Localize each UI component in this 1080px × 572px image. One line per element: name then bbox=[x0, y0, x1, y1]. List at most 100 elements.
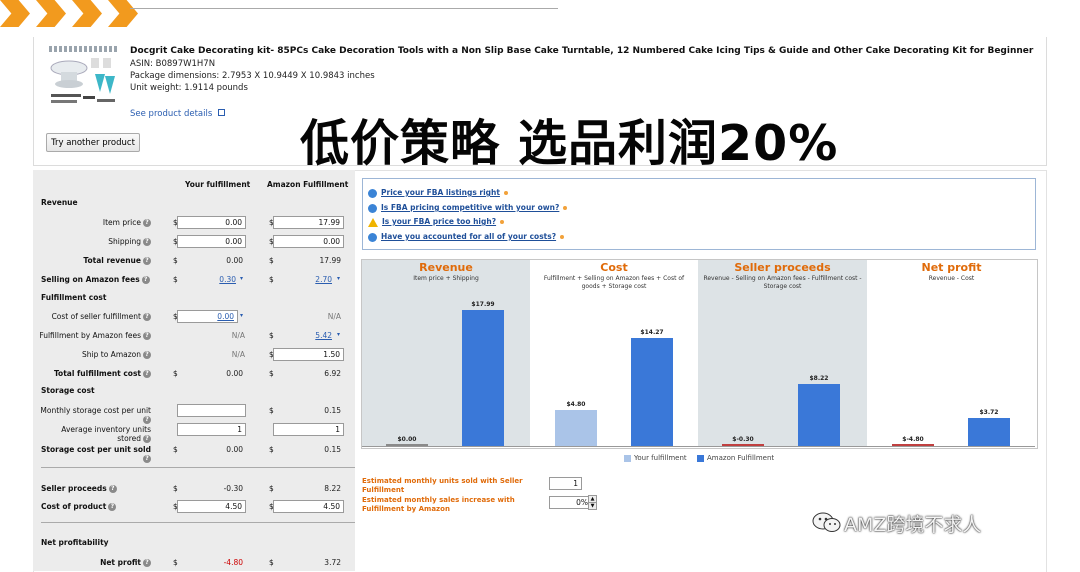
product-title: Docgrit Cake Decorating kit- 85PCs Cake … bbox=[130, 46, 1034, 56]
tip-link-4[interactable]: Have you accounted for all of your costs… bbox=[368, 232, 565, 242]
increase-label: Estimated monthly sales increase with Fu… bbox=[362, 496, 515, 513]
overlay-headline: 低价策略 选品利润20% bbox=[300, 115, 839, 172]
try-another-product-button[interactable]: Try another product bbox=[46, 133, 140, 152]
total-fulfillment-your: 0.00 bbox=[226, 369, 243, 378]
divider bbox=[41, 467, 355, 468]
legend-amazon: Amazon Fulfillment bbox=[697, 454, 774, 462]
avg-inventory-amazon-input[interactable]: 1 bbox=[273, 423, 344, 436]
chat-icon bbox=[368, 188, 377, 198]
section-net-profitability: Net profitability bbox=[41, 538, 109, 547]
help-icon: ? bbox=[143, 313, 151, 321]
chevron-down-icon[interactable]: ▾ bbox=[240, 312, 243, 319]
chevron-icon-2 bbox=[36, 0, 66, 27]
item-price-your-input[interactable]: 0.00 bbox=[177, 216, 246, 229]
increase-input[interactable]: 0% bbox=[549, 496, 592, 509]
seller-fulfillment-amazon: N/A bbox=[327, 312, 341, 321]
ship-to-amazon-label: Ship to Amazon? bbox=[39, 350, 151, 359]
help-icon: ? bbox=[143, 351, 151, 359]
chevron-icon-3 bbox=[72, 0, 102, 27]
chevron-down-icon[interactable]: ▾ bbox=[337, 275, 340, 282]
storage-per-unit-amazon: 0.15 bbox=[324, 445, 341, 454]
units-input[interactable]: 1 bbox=[549, 477, 582, 490]
warning-icon bbox=[368, 217, 378, 227]
net-profit-your: -4.80 bbox=[223, 558, 243, 567]
chat-icon bbox=[368, 232, 377, 242]
column-header-amazon: Amazon Fulfillment bbox=[267, 180, 349, 189]
help-icon: ? bbox=[143, 435, 151, 443]
external-link-icon bbox=[217, 109, 225, 116]
external-icon bbox=[563, 206, 568, 210]
monthly-storage-amazon: 0.15 bbox=[324, 406, 341, 415]
watermark-text: AMZ跨境不求人 bbox=[844, 514, 982, 536]
legend-swatch bbox=[624, 454, 631, 462]
help-icon: ? bbox=[143, 332, 151, 340]
shipping-your-input[interactable]: 0.00 bbox=[177, 235, 246, 248]
help-icon: ? bbox=[143, 559, 151, 567]
monthly-storage-label: Monthly storage cost per unit? bbox=[40, 406, 151, 424]
seller-proceeds-label: Seller proceeds? bbox=[41, 484, 153, 493]
help-icon: ? bbox=[108, 485, 117, 493]
product-thumbnail bbox=[47, 44, 121, 112]
seller-proceeds-your: -0.30 bbox=[223, 484, 243, 493]
item-price-label: Item price? bbox=[39, 218, 151, 227]
help-icon: ? bbox=[143, 416, 151, 424]
chevron-down-icon[interactable]: ▾ bbox=[240, 275, 243, 282]
product-details-link[interactable]: See product details bbox=[130, 109, 225, 119]
fba-fees-label: Fulfillment by Amazon fees? bbox=[39, 331, 151, 340]
cost-of-product-label: Cost of product? bbox=[41, 502, 153, 511]
divider bbox=[41, 522, 355, 523]
chat-icon bbox=[368, 203, 377, 213]
chart-frame bbox=[361, 259, 1038, 449]
tip-link-1[interactable]: Price your FBA listings right bbox=[368, 188, 508, 198]
section-fulfillment: Fulfillment cost bbox=[41, 293, 107, 302]
external-icon bbox=[503, 191, 508, 195]
ship-to-amazon-input[interactable]: 1.50 bbox=[273, 348, 344, 361]
selling-fees-your-link[interactable]: 0.30 bbox=[166, 275, 236, 284]
seller-fulfillment-your-input[interactable]: 0.00 bbox=[177, 310, 238, 323]
storage-per-unit-label: Storage cost per unit sold? bbox=[41, 445, 151, 463]
units-label: Estimated monthly units sold with Seller… bbox=[362, 477, 523, 494]
seller-proceeds-amazon: 8.22 bbox=[324, 484, 341, 493]
cost-of-product-your-input[interactable]: 4.50 bbox=[177, 500, 246, 513]
legend-your: Your fulfillment bbox=[624, 454, 687, 462]
tip-link-2[interactable]: Is FBA pricing competitive with your own… bbox=[368, 203, 568, 213]
total-revenue-amazon: 17.99 bbox=[319, 256, 341, 265]
total-fulfillment-label: Total fulfillment cost? bbox=[39, 369, 151, 378]
storage-per-unit-your: 0.00 bbox=[226, 445, 243, 454]
tip-link-3[interactable]: Is your FBA price too high? bbox=[368, 217, 505, 227]
product-dimensions: Package dimensions: 2.7953 X 10.9449 X 1… bbox=[130, 71, 375, 81]
legend-swatch bbox=[697, 454, 704, 462]
column-header-your: Your fulfillment bbox=[185, 180, 251, 189]
shipping-label: Shipping? bbox=[39, 237, 151, 246]
wechat-icon bbox=[812, 511, 842, 537]
selling-fees-label: Selling on Amazon fees? bbox=[41, 275, 153, 284]
help-icon: ? bbox=[141, 276, 150, 284]
ship-to-amazon-your: N/A bbox=[231, 350, 245, 359]
total-fulfillment-amazon: 6.92 bbox=[324, 369, 341, 378]
product-details-label[interactable]: See product details bbox=[130, 109, 212, 119]
help-icon: ? bbox=[143, 219, 151, 227]
cost-of-product-amazon-input[interactable]: 4.50 bbox=[273, 500, 344, 513]
monthly-storage-your-input[interactable] bbox=[177, 404, 246, 417]
header-divider bbox=[130, 8, 558, 9]
net-profit-amazon: 3.72 bbox=[324, 558, 341, 567]
selling-fees-amazon-link[interactable]: 2.70 bbox=[262, 275, 332, 284]
help-icon: ? bbox=[108, 503, 117, 511]
avg-inventory-your-input[interactable]: 1 bbox=[177, 423, 246, 436]
net-profit-label: Net profit? bbox=[39, 558, 151, 567]
total-revenue-label: Total revenue? bbox=[39, 256, 151, 265]
help-icon: ? bbox=[143, 238, 151, 246]
help-icon: ? bbox=[143, 370, 151, 378]
external-icon bbox=[560, 235, 565, 239]
section-storage: Storage cost bbox=[41, 386, 95, 395]
total-revenue-your: 0.00 bbox=[226, 256, 243, 265]
item-price-amazon-input[interactable]: 17.99 bbox=[273, 216, 344, 229]
external-icon bbox=[500, 220, 505, 224]
fba-fees-amazon-link[interactable]: 5.42 bbox=[262, 331, 332, 340]
seller-fulfillment-label: Cost of seller fulfillment? bbox=[39, 312, 151, 321]
chevron-down-icon[interactable]: ▾ bbox=[337, 331, 340, 338]
shipping-amazon-input[interactable]: 0.00 bbox=[273, 235, 344, 248]
fba-fees-your: N/A bbox=[231, 331, 245, 340]
help-icon: ? bbox=[143, 455, 151, 463]
stepper-down-icon[interactable]: ▼ bbox=[588, 502, 597, 510]
